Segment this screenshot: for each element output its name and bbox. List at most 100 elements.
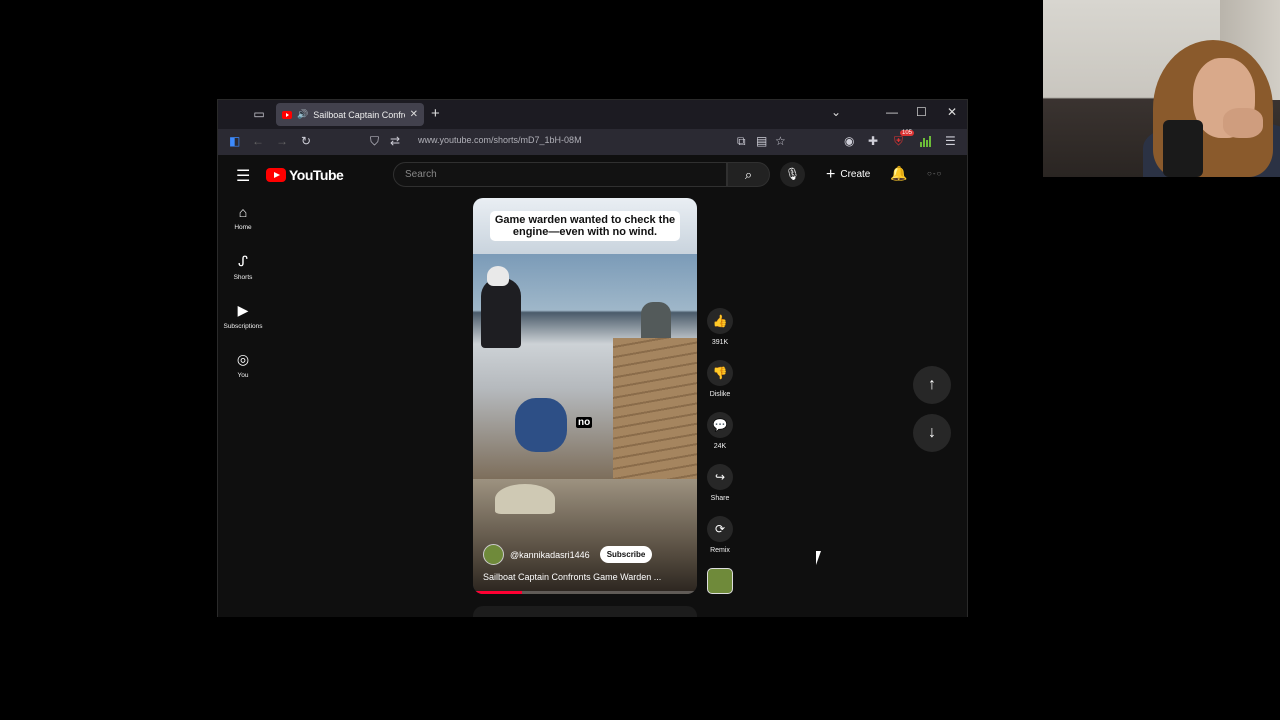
equalizer-extension-icon[interactable]	[920, 135, 932, 147]
video-caption: Game warden wanted to check the engine—e…	[490, 211, 680, 241]
remix-action[interactable]: ⟳ Remix	[705, 516, 735, 568]
guide-item-shorts[interactable]: ᔑ Shorts	[218, 242, 268, 291]
subscribe-button[interactable]: Subscribe	[599, 546, 653, 563]
search-button[interactable]: ⌕	[727, 162, 770, 187]
speaker-icon[interactable]: 🔊	[297, 109, 308, 120]
remix-label: Remix	[710, 547, 730, 554]
video-title[interactable]: Sailboat Captain Confronts Game Warden .…	[483, 572, 673, 582]
like-icon[interactable]: 👍	[707, 308, 733, 334]
create-label: Create	[840, 169, 871, 180]
extensions-icon[interactable]: ✚	[868, 134, 878, 148]
arrow-down-icon: ↓	[928, 424, 936, 441]
channel-row: @kannikadasri1446 Subscribe	[483, 544, 653, 565]
close-tab-icon[interactable]: ✕	[410, 109, 418, 120]
address-bar[interactable]: www.youtube.com/shorts/mD7_1bH-08M	[418, 135, 582, 145]
mouse-cursor-icon	[816, 551, 826, 565]
share-action[interactable]: ↪ Share	[705, 464, 735, 516]
active-tab[interactable]: 🔊 Sailboat Captain Confronts ✕	[276, 103, 424, 126]
shorts-icon: ᔑ	[238, 252, 248, 269]
video-progress-fill	[473, 591, 523, 594]
comments-icon[interactable]: 💬	[707, 412, 733, 438]
like-action[interactable]: 👍 391K	[705, 308, 735, 360]
guide-item-label: You	[237, 371, 249, 379]
account-avatar[interactable]: ○-○	[927, 169, 942, 178]
guide-item-subscriptions[interactable]: ▶ Subscriptions	[218, 291, 268, 340]
youtube-logo[interactable]: YouTube	[266, 167, 344, 183]
arrow-up-icon: ↑	[928, 376, 936, 393]
share-icon[interactable]: ↪	[707, 464, 733, 490]
masthead: ☰ YouTube Search ⌕ 🎙 + Create 🔔 ○-○	[218, 155, 967, 193]
like-count: 391K	[711, 339, 729, 346]
notifications-bell-icon[interactable]: 🔔	[890, 165, 907, 182]
plus-icon: +	[826, 165, 836, 183]
extension-badge: 105	[900, 130, 915, 136]
video-person-captain	[641, 302, 671, 338]
dislike-label: Dislike	[709, 391, 731, 398]
maximize-button[interactable]: ☐	[916, 105, 927, 119]
comments-count: 24K	[713, 443, 727, 450]
tab-bar: ▭ 🔊 Sailboat Captain Confronts ✕ + ⌄ — ☐…	[218, 100, 967, 129]
guide-item-home[interactable]: ⌂ Home	[218, 193, 268, 242]
reader-view-icon[interactable]: ▤	[756, 134, 767, 148]
sound-thumbnail[interactable]	[707, 568, 733, 594]
browser-window: ▭ 🔊 Sailboat Captain Confronts ✕ + ⌄ — ☐…	[217, 99, 968, 617]
guide-item-you[interactable]: ◎ You	[218, 340, 268, 389]
home-icon: ⌂	[238, 204, 248, 220]
navigation-toolbar: ◧ ← → ↻ ⛉ ⇄ www.youtube.com/shorts/mD7_1…	[218, 129, 967, 155]
share-label: Share	[710, 495, 730, 502]
tab-list-icon[interactable]: ▭	[251, 106, 267, 122]
search-icon: ⌕	[744, 167, 753, 182]
youtube-play-icon	[266, 168, 286, 182]
youtube-logo-text: YouTube	[289, 167, 344, 183]
tab-title: Sailboat Captain Confronts	[313, 109, 404, 120]
youtube-page: ☰ YouTube Search ⌕ 🎙 + Create 🔔 ○-○ ⌂ Ho…	[218, 155, 967, 617]
webcam-overlay	[1043, 0, 1280, 177]
account-icon[interactable]: ◉	[844, 134, 854, 148]
voice-search-button[interactable]: 🎙	[780, 162, 805, 187]
guide-menu-icon[interactable]: ☰	[236, 166, 250, 186]
youtube-favicon-icon	[282, 110, 292, 119]
channel-avatar[interactable]	[483, 544, 504, 565]
subscriptions-icon: ▶	[237, 301, 249, 318]
guide-item-label: Subscriptions	[223, 322, 263, 330]
picture-in-picture-icon[interactable]: ⧉	[737, 134, 746, 149]
search-input[interactable]: Search	[393, 162, 727, 187]
minimize-button[interactable]: —	[886, 105, 898, 119]
dislike-action[interactable]: 👎 Dislike	[705, 360, 735, 412]
bookmark-star-icon[interactable]: ☆	[775, 134, 786, 148]
close-window-button[interactable]: ✕	[947, 105, 957, 119]
video-subtitle: no	[576, 417, 593, 428]
shield-icon[interactable]: ⛉	[370, 134, 379, 149]
new-tab-button[interactable]: +	[431, 105, 440, 122]
app-menu-icon[interactable]: ☰	[945, 134, 956, 148]
video-blue-bag	[515, 398, 567, 452]
short-video-player[interactable]: Game warden wanted to check the engine—e…	[473, 198, 697, 594]
ublock-icon[interactable]: ⛨	[894, 134, 903, 149]
tab-overflow-chevron-icon[interactable]: ⌄	[831, 105, 841, 119]
create-button[interactable]: + Create	[818, 162, 878, 187]
video-deck	[613, 338, 697, 479]
channel-name[interactable]: @kannikadasri1446	[510, 550, 590, 560]
previous-short-button[interactable]: ↑	[913, 366, 951, 404]
video-progress-bar[interactable]	[473, 591, 697, 594]
next-short-button[interactable]: ↓	[913, 414, 951, 452]
comments-action[interactable]: 💬 24K	[705, 412, 735, 464]
forward-button[interactable]: →	[276, 134, 288, 148]
sidebar-toggle-icon[interactable]: ◧	[229, 134, 240, 148]
microphone-icon: 🎙	[784, 167, 801, 181]
video-person-hat	[487, 266, 509, 286]
back-button[interactable]: ←	[252, 134, 264, 148]
webcam-person-hand	[1223, 108, 1263, 138]
dislike-icon[interactable]: 👎	[707, 360, 733, 386]
video-game-warden-cap	[495, 484, 555, 514]
video-person-warden	[481, 278, 521, 348]
next-short-preview	[473, 606, 697, 617]
webcam-microphone	[1163, 120, 1203, 177]
reload-button[interactable]: ↻	[301, 134, 311, 148]
permissions-icon[interactable]: ⇄	[390, 134, 400, 148]
short-actions: 👍 391K 👎 Dislike 💬 24K ↪ Share ⟳ Remix	[705, 308, 735, 568]
remix-icon[interactable]: ⟳	[707, 516, 733, 542]
guide-item-label: Home	[234, 224, 252, 231]
guide-item-label: Shorts	[233, 273, 253, 281]
you-icon: ◎	[236, 350, 250, 367]
